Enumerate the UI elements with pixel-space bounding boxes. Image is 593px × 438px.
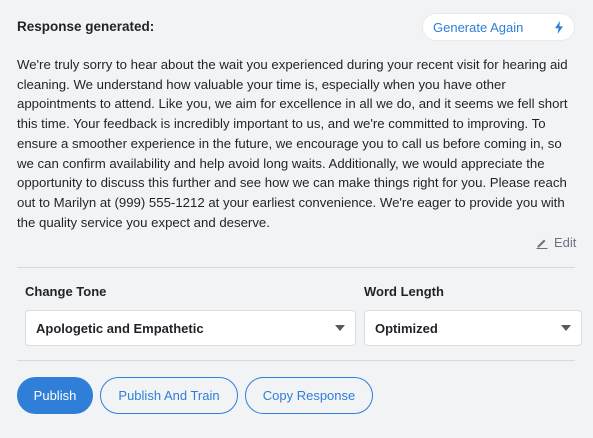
response-text: We're truly sorry to hear about the wait… [17, 57, 568, 230]
tone-select[interactable]: Apologetic and Empathetic [25, 310, 356, 346]
copy-response-button[interactable]: Copy Response [245, 377, 373, 414]
lightning-bolt-icon [554, 20, 564, 34]
response-heading: Response generated: [17, 19, 155, 34]
word-length-select[interactable]: Optimized [364, 310, 582, 346]
publish-and-train-button[interactable]: Publish And Train [100, 377, 238, 414]
edit-button[interactable]: Edit [536, 235, 576, 250]
generate-again-button[interactable]: Generate Again [422, 13, 575, 41]
pencil-icon [536, 237, 548, 249]
chevron-down-icon [561, 325, 571, 331]
chevron-down-icon [335, 325, 345, 331]
word-length-label: Word Length [364, 284, 444, 299]
publish-button[interactable]: Publish [17, 377, 93, 414]
generate-again-label: Generate Again [433, 19, 524, 35]
edit-label: Edit [554, 235, 577, 250]
divider-top [17, 267, 575, 268]
tone-label: Change Tone [25, 284, 107, 299]
divider-bottom [17, 360, 575, 361]
tone-value: Apologetic and Empathetic [36, 320, 204, 336]
word-length-value: Optimized [375, 320, 438, 336]
